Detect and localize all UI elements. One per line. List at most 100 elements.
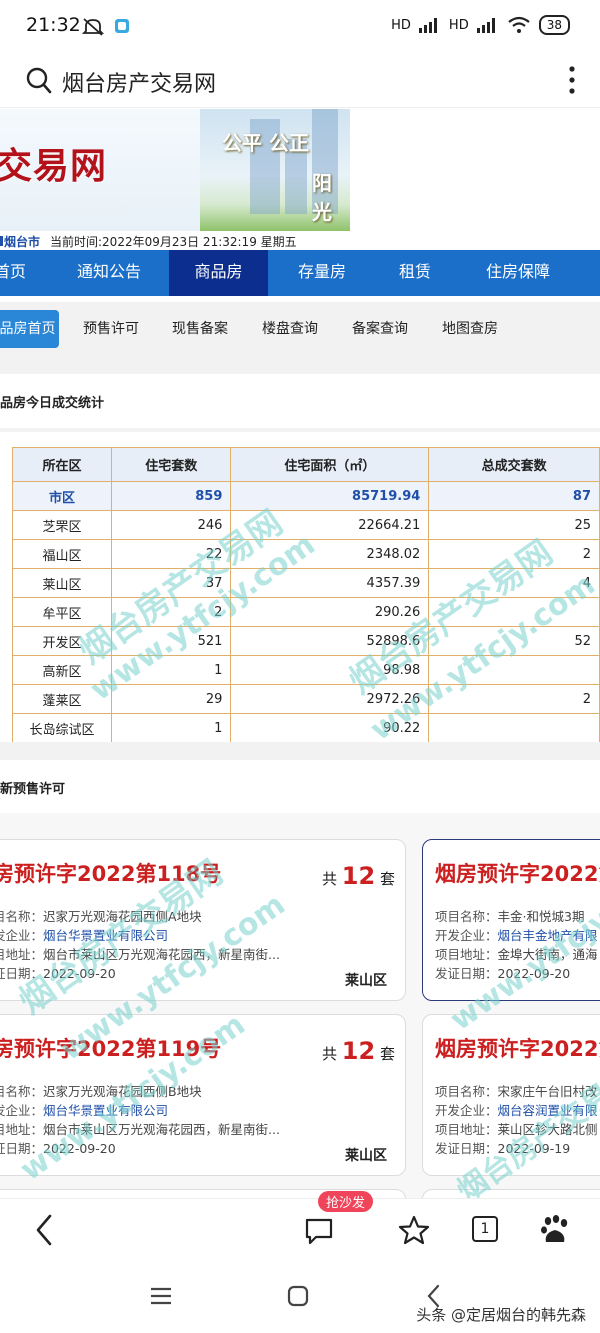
company-label: 开发企业： <box>435 928 498 943</box>
permit-district: 莱山区 <box>345 1148 387 1164</box>
permit-project-line: 目名称：迟家万光观海花园西侧B地块 <box>0 1081 202 1100</box>
permit-project-line: 项目名称：宋家庄午台旧村改 <box>435 1081 598 1100</box>
column-header: 住宅面积（㎡） <box>230 447 430 482</box>
permits-section-title: 新预售许可 <box>0 782 66 797</box>
subnav-filing-search[interactable]: 备案查询 <box>346 310 414 348</box>
subnav-home[interactable]: 品房首页 <box>0 310 59 348</box>
total-cell: 4 <box>428 568 600 598</box>
total-count: 12 <box>341 1037 376 1065</box>
permit-number[interactable]: 烟房预许字2022第 <box>435 1033 600 1063</box>
units-cell: 859 <box>111 481 232 511</box>
permit-card[interactable]: 烟房预许字2022第 项目名称：宋家庄午台旧村改 开发企业：烟台容润置业有限 项… <box>422 1014 600 1176</box>
project-address: 烟台市莱山区万光观海花园西，新星南街... <box>43 947 280 962</box>
banner-slogan-2: 阳光 <box>312 171 332 224</box>
permit-card[interactable]: 房预许字2022第118号 共 12 套 目名称：迟家万光观海花园西侧A地块 发… <box>0 839 406 1001</box>
district-cell: 高新区 <box>11 655 113 685</box>
more-vertical-icon[interactable] <box>568 64 576 96</box>
units-cell: 521 <box>111 626 232 656</box>
project-address: 金埠大街南，通海 <box>497 947 598 962</box>
address-label: 目地址： <box>0 947 44 962</box>
area-cell: 2348.02 <box>230 539 430 569</box>
column-header: 总成交套数 <box>428 447 600 482</box>
home-icon[interactable] <box>287 1285 309 1307</box>
project-address: 莱山区轸大路北侧 <box>497 1122 598 1137</box>
banner-title: 交易网 <box>0 145 108 187</box>
company-link[interactable]: 烟台丰金地产有限 <box>498 928 598 943</box>
subnav-project-search[interactable]: 楼盘查询 <box>256 310 324 348</box>
nav-existing-housing[interactable]: 存量房 <box>280 250 364 296</box>
permit-company-line: 开发企业：烟台丰金地产有限 <box>435 925 598 944</box>
total-cell: 2 <box>428 539 600 569</box>
mute-icon <box>82 18 104 36</box>
address-label: 目地址： <box>0 1122 44 1137</box>
table-row: 长岛综试区 1 90.22 <box>11 713 600 743</box>
company-link[interactable]: 烟台华景置业有限公司 <box>43 928 168 943</box>
permit-address-line: 目地址：烟台市莱山区万光观海花园西，新星南街... <box>0 1119 280 1138</box>
project-label: 目名称： <box>0 1084 44 1099</box>
permit-number[interactable]: 房预许字2022第118号 <box>0 858 221 888</box>
address-label: 项目地址： <box>435 947 498 962</box>
permit-card[interactable]: 房预许字2022第119号 共 12 套 目名称：迟家万光观海花园西侧B地块 发… <box>0 1014 406 1176</box>
company-link[interactable]: 烟台容润置业有限 <box>498 1103 598 1118</box>
area-cell: 4357.39 <box>230 568 430 598</box>
date-label: 证日期： <box>0 1141 44 1156</box>
subnav-presale-permit[interactable]: 预售许可 <box>77 310 145 348</box>
permit-address-line: 项目地址：金埠大街南，通海 <box>435 944 598 963</box>
baidu-paw-icon[interactable] <box>540 1215 570 1245</box>
browser-page-title[interactable]: 烟台房产交易网 <box>62 66 216 98</box>
section-gap <box>0 428 600 432</box>
district-cell: 蓬莱区 <box>11 684 113 714</box>
stats-table: 所在区 住宅套数 住宅面积（㎡） 总成交套数 市区 859 85719.94 8… <box>11 447 600 743</box>
district-cell[interactable]: 市区 <box>11 481 113 511</box>
column-header: 所在区 <box>11 447 113 482</box>
table-row: 开发区 521 52898.6 52 <box>11 626 600 656</box>
total-cell: 25 <box>428 510 600 540</box>
nav-housing-security[interactable]: 住房保障 <box>470 250 566 296</box>
district-cell: 莱山区 <box>11 568 113 598</box>
nav-commercial-housing[interactable]: 商品房 <box>169 250 268 296</box>
nav-rental[interactable]: 租赁 <box>382 250 448 296</box>
permit-number[interactable]: 烟房预许字2022第 <box>435 858 600 888</box>
permit-district: 莱山区 <box>345 973 387 989</box>
units-cell: 1 <box>111 713 232 743</box>
total-cell: 87 <box>428 481 600 511</box>
company-link[interactable]: 烟台华景置业有限公司 <box>43 1103 168 1118</box>
site-banner: 交易网 公平 公正 阳光 <box>0 109 350 231</box>
permit-address-line: 目地址：烟台市莱山区万光观海花园西，新星南街... <box>0 944 280 963</box>
date-label: 发证日期： <box>435 966 498 981</box>
area-cell: 52898.6 <box>230 626 430 656</box>
nav-home[interactable]: 首页 <box>0 250 40 296</box>
permit-date-line: 证日期：2022-09-20 <box>0 1138 116 1157</box>
search-icon[interactable] <box>26 67 52 95</box>
date-label: 证日期： <box>0 966 44 981</box>
permit-card[interactable]: 烟房预许字2022第 项目名称：丰金·和悦城3期 开发企业：烟台丰金地产有限 项… <box>422 839 600 1001</box>
permit-project-line: 项目名称：丰金·和悦城3期 <box>435 906 584 925</box>
project-label: 目名称： <box>0 909 44 924</box>
network-type-2: HD <box>448 17 469 33</box>
tab-count-button[interactable]: 1 <box>472 1216 498 1242</box>
permit-date-line: 证日期：2022-09-20 <box>0 963 116 982</box>
permit-company-line: 发企业：烟台华景置业有限公司 <box>0 925 168 944</box>
units-cell: 37 <box>111 568 232 598</box>
nav-notices[interactable]: 通知公告 <box>60 250 158 296</box>
menu-icon[interactable] <box>149 1286 173 1306</box>
stats-section-header: 品房今日成交统计 <box>0 374 600 428</box>
permit-number[interactable]: 房预许字2022第119号 <box>0 1033 221 1063</box>
company-label: 发企业： <box>0 928 44 943</box>
permit-date-line: 发证日期：2022-09-20 <box>435 963 570 982</box>
system-navigation-bar: 头条 @定居烟台的韩先森 <box>0 1262 600 1333</box>
browser-address-bar[interactable]: 烟台房产交易网 <box>0 54 600 108</box>
comment-badge[interactable]: 抢沙发 <box>318 1191 374 1212</box>
permits-section-header: 新预售许可 <box>0 760 600 814</box>
issue-date: 2022-09-20 <box>497 966 571 981</box>
project-name: 宋家庄午台旧村改 <box>497 1084 598 1099</box>
area-cell: 98.98 <box>230 655 430 685</box>
subnav-map-search[interactable]: 地图查房 <box>436 310 504 348</box>
project-address: 烟台市莱山区万光观海花园西，新星南街... <box>43 1122 280 1137</box>
subnav-spot-filing[interactable]: 现售备案 <box>166 310 234 348</box>
permit-project-line: 目名称：迟家万光观海花园西侧A地块 <box>0 906 202 925</box>
comment-icon[interactable] <box>304 1217 334 1245</box>
star-icon[interactable] <box>398 1215 430 1245</box>
back-arrow-icon[interactable] <box>32 1213 56 1247</box>
district-cell: 福山区 <box>11 539 113 569</box>
